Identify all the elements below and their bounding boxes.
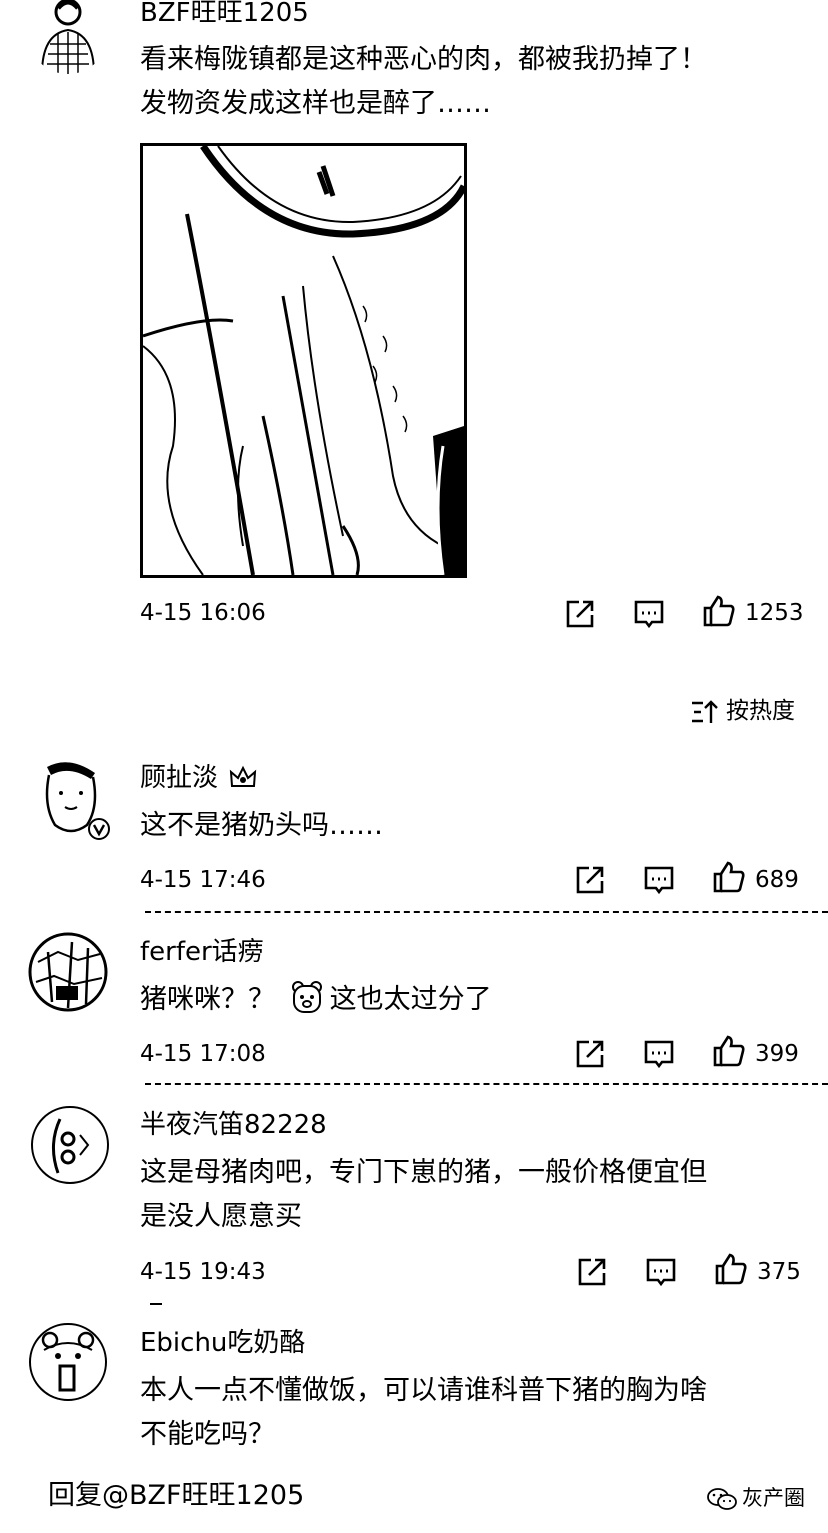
comment-icon	[646, 1258, 676, 1287]
comment-photo[interactable]	[140, 143, 467, 578]
comment-text: 本人一点不懂做饭，可以请谁科普下猪的胸为啥 不能吃吗？	[140, 1369, 790, 1457]
share-icon	[576, 1040, 604, 1068]
verified-badge	[88, 818, 110, 840]
comment-timestamp: 4-15 16:06	[140, 600, 266, 626]
comment-button[interactable]	[642, 1037, 676, 1071]
sort-toggle[interactable]: 按热度	[690, 697, 810, 727]
comment-line: 看来梅陇镇都是这种恶心的肉，都被我扔掉了！	[140, 44, 707, 75]
comment-line: 本人一点不懂做饭，可以请谁科普下猪的胸为啥	[140, 1375, 707, 1406]
like-button[interactable]	[712, 860, 746, 894]
comment-icon	[644, 866, 674, 895]
comment-text: 这不是猪奶头吗……	[140, 804, 790, 848]
meat-photo-illustration	[143, 146, 464, 575]
like-count: 375	[757, 1259, 801, 1285]
like-count: 399	[755, 1041, 799, 1067]
like-button[interactable]	[714, 1252, 748, 1286]
user-avatar-icon	[28, 0, 108, 74]
comment-timestamp: 4-15 19:43	[140, 1259, 266, 1285]
comment-timestamp: 4-15 17:08	[140, 1041, 266, 1067]
thumbs-up-icon	[713, 861, 745, 893]
comment-line: 这是母猪肉吧，专门下崽的猪，一般价格便宜但	[140, 1157, 707, 1188]
comment-timestamp: 4-15 17:46	[140, 867, 266, 893]
username[interactable]: 半夜汽笛82228	[140, 1110, 327, 1140]
thumbs-up-icon	[715, 1253, 747, 1285]
verified-icon	[88, 818, 110, 840]
sort-label: 按热度	[726, 698, 795, 724]
comment-text: 看来梅陇镇都是这种恶心的肉，都被我扔掉了！ 发物资发成这样也是醉了……	[140, 38, 790, 126]
share-icon	[576, 866, 604, 894]
avatar[interactable]	[28, 932, 108, 1012]
comment-button[interactable]	[644, 1255, 678, 1289]
crown-badge-icon	[229, 765, 257, 787]
comment-icon	[634, 600, 664, 629]
reply-input[interactable]: 回复@BZF旺旺1205	[48, 1480, 304, 1512]
divider	[145, 1083, 828, 1085]
user-avatar-icon	[29, 1323, 107, 1401]
wechat-icon	[707, 1488, 737, 1510]
share-button[interactable]	[563, 597, 597, 631]
like-button[interactable]	[712, 1034, 746, 1068]
bear-emoji-icon	[290, 980, 324, 1014]
user-avatar-icon	[28, 932, 108, 1012]
user-level-badge	[228, 764, 258, 790]
watermark: 灰产圈	[706, 1484, 816, 1512]
comment-line: 猪咪咪？？	[140, 984, 275, 1015]
watermark-text: 灰产圈	[742, 1486, 805, 1510]
thumbs-up-icon	[703, 595, 735, 627]
username[interactable]: ferfer话痨	[140, 937, 264, 967]
comment-line-cont: 这也太过分了	[329, 984, 492, 1015]
like-count: 689	[755, 867, 799, 893]
share-icon	[566, 600, 594, 628]
divider	[150, 1303, 162, 1305]
comment-button[interactable]	[632, 597, 666, 631]
like-button[interactable]	[702, 594, 736, 628]
share-icon	[578, 1258, 606, 1286]
share-button[interactable]	[573, 1037, 607, 1071]
user-avatar-icon	[31, 1106, 109, 1184]
like-count: 1253	[745, 600, 804, 626]
comment-text: 这是母猪肉吧，专门下崽的猪，一般价格便宜但 是没人愿意买	[140, 1151, 790, 1239]
avatar[interactable]	[30, 1105, 110, 1185]
thumbs-up-icon	[713, 1035, 745, 1067]
share-button[interactable]	[573, 863, 607, 897]
comment-line: 是没人愿意买	[140, 1201, 302, 1232]
username[interactable]: 顾扯淡	[140, 763, 218, 793]
username[interactable]: BZF旺旺1205	[140, 0, 309, 28]
comment-text: 猪咪咪？？ 这也太过分了	[140, 978, 790, 1022]
sort-icon	[692, 700, 718, 723]
username[interactable]: Ebichu吃奶酪	[140, 1328, 305, 1358]
comment-line: 不能吃吗？	[140, 1419, 275, 1450]
comment-button[interactable]	[642, 863, 676, 897]
avatar[interactable]	[28, 1322, 108, 1402]
share-button[interactable]	[575, 1255, 609, 1289]
avatar[interactable]	[28, 0, 108, 74]
comment-line: 发物资发成这样也是醉了……	[140, 88, 491, 119]
comment-icon	[644, 1040, 674, 1069]
divider	[145, 911, 828, 913]
comment-line: 这不是猪奶头吗……	[140, 810, 383, 841]
